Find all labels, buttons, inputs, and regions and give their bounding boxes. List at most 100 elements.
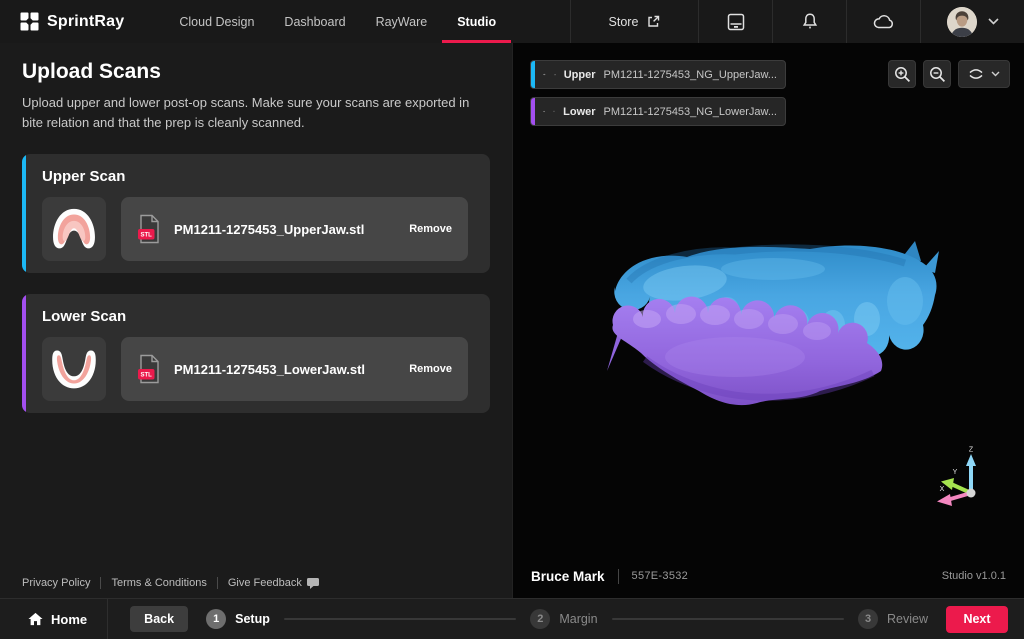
- account-menu[interactable]: [920, 0, 1024, 43]
- lower-scan-title: Lower Scan: [42, 308, 468, 325]
- topbar-right-cluster: Store: [570, 0, 1024, 43]
- lower-scan-card: Lower Scan STL PM1211-1275453_Lower: [22, 294, 490, 413]
- upper-jaw-thumbnail: [42, 197, 106, 261]
- orientation-gizmo[interactable]: Z Y X: [933, 445, 991, 509]
- lower-arch-icon: [553, 106, 555, 117]
- privacy-policy-link[interactable]: Privacy Policy: [22, 577, 90, 589]
- footer-separator: [217, 577, 218, 589]
- upper-layer-label: Upper: [564, 69, 596, 81]
- visibility-eye-icon[interactable]: [543, 106, 545, 117]
- upper-scan-card: Upper Scan STL PM1211-: [22, 154, 490, 273]
- lower-accent-bar: [22, 294, 26, 413]
- upper-arch-icon: [554, 69, 556, 80]
- zoom-out-icon: [929, 66, 946, 83]
- jaw-scan-render: [605, 239, 949, 411]
- model-viewport[interactable]: Upper PM1211-1275453_NG_UpperJaw... Lowe…: [512, 43, 1024, 598]
- svg-text:X: X: [940, 486, 945, 493]
- upper-remove-button[interactable]: Remove: [409, 223, 452, 235]
- chevron-down-icon: [991, 71, 1000, 77]
- lower-layer-filename: PM1211-1275453_NG_LowerJaw...: [604, 106, 777, 118]
- nav-item-cloud-design[interactable]: Cloud Design: [164, 0, 269, 43]
- give-feedback-label: Give Feedback: [228, 577, 302, 589]
- lower-layer-label: Lower: [563, 106, 595, 118]
- svg-text:Z: Z: [969, 447, 974, 454]
- home-button[interactable]: Home: [28, 612, 87, 627]
- stl-file-icon: STL: [137, 354, 161, 384]
- home-label: Home: [51, 612, 87, 627]
- svg-text:Y: Y: [953, 469, 958, 476]
- step-2-number: 2: [530, 609, 550, 629]
- bottombar-divider: [107, 599, 108, 639]
- upper-layer-filename: PM1211-1275453_NG_UpperJaw...: [604, 69, 777, 81]
- nav-item-rayware[interactable]: RayWare: [361, 0, 443, 43]
- store-label: Store: [609, 15, 639, 29]
- upper-file-row: STL PM1211-1275453_UpperJaw.stl Remove: [121, 197, 468, 261]
- step-margin[interactable]: 2 Margin: [530, 609, 597, 629]
- user-avatar: [947, 7, 977, 37]
- patient-name: Bruce Mark: [531, 569, 605, 584]
- workflow-stepper: 1 Setup 2 Margin 3 Review: [206, 609, 928, 629]
- upper-jaw-icon: [48, 204, 100, 254]
- layer-chips: Upper PM1211-1275453_NG_UpperJaw... Lowe…: [530, 60, 786, 134]
- lower-layer-chip[interactable]: Lower PM1211-1275453_NG_LowerJaw...: [530, 97, 786, 126]
- main-nav: Cloud Design Dashboard RayWare Studio: [164, 0, 511, 43]
- viewport-footer: Bruce Mark 557E-3532 Studio v1.0.1: [513, 554, 1024, 598]
- step-setup[interactable]: 1 Setup: [206, 609, 270, 629]
- zoom-out-button[interactable]: [923, 60, 951, 88]
- cloud-icon: [872, 14, 896, 30]
- external-link-icon: [647, 15, 660, 28]
- lower-file-row: STL PM1211-1275453_LowerJaw.stl Remove: [121, 337, 468, 401]
- step-3-label: Review: [887, 612, 928, 626]
- lower-jaw-thumbnail: [42, 337, 106, 401]
- avatar-photo: [947, 7, 977, 37]
- page-title: Upload Scans: [22, 60, 490, 84]
- nav-item-dashboard[interactable]: Dashboard: [269, 0, 360, 43]
- step-3-number: 3: [858, 609, 878, 629]
- step-1-label: Setup: [235, 612, 270, 626]
- cloud-sync-button[interactable]: [846, 0, 920, 43]
- stl-file-icon: STL: [137, 214, 161, 244]
- visibility-eye-icon[interactable]: [543, 69, 546, 80]
- legal-footer: Privacy Policy Terms & Conditions Give F…: [22, 577, 319, 589]
- stepper-connector: [612, 618, 844, 620]
- svg-text:STL: STL: [141, 373, 153, 379]
- lower-file-name: PM1211-1275453_LowerJaw.stl: [174, 362, 396, 377]
- printer-icon: [726, 12, 746, 32]
- brand-name: SprintRay: [47, 13, 124, 31]
- top-navigation-bar: SprintRay Cloud Design Dashboard RayWare…: [0, 0, 1024, 43]
- lower-jaw-icon: [48, 344, 100, 394]
- scan-cards: Upper Scan STL PM1211-: [22, 154, 490, 413]
- terms-conditions-link[interactable]: Terms & Conditions: [111, 577, 206, 589]
- zoom-in-button[interactable]: [888, 60, 916, 88]
- give-feedback-link[interactable]: Give Feedback: [228, 577, 319, 589]
- chevron-down-icon: [988, 18, 999, 25]
- footer-divider: [618, 569, 619, 584]
- stepper-connector: [284, 618, 516, 620]
- printer-button[interactable]: [698, 0, 772, 43]
- occlusion-layers-icon: [968, 68, 984, 80]
- upper-layer-chip[interactable]: Upper PM1211-1275453_NG_UpperJaw...: [530, 60, 786, 89]
- bell-icon: [801, 12, 819, 31]
- zoom-in-icon: [894, 66, 911, 83]
- upper-file-name: PM1211-1275453_UpperJaw.stl: [174, 222, 396, 237]
- store-link[interactable]: Store: [570, 0, 698, 43]
- bottom-action-bar: Home Back 1 Setup 2 Margin 3 Review Next: [0, 598, 1024, 639]
- feedback-chat-icon: [307, 578, 319, 589]
- upper-accent-bar: [22, 154, 26, 273]
- view-options-button[interactable]: [958, 60, 1010, 88]
- nav-item-studio[interactable]: Studio: [442, 0, 511, 43]
- axis-gizmo-icon: Z Y X: [933, 445, 991, 509]
- upper-scan-title: Upper Scan: [42, 168, 468, 185]
- sprintray-logo-icon: [20, 12, 39, 31]
- next-button[interactable]: Next: [946, 606, 1008, 633]
- home-icon: [28, 612, 43, 626]
- upload-scans-panel: Upload Scans Upload upper and lower post…: [0, 43, 512, 598]
- dental-model-3d[interactable]: [605, 239, 949, 411]
- notifications-button[interactable]: [772, 0, 846, 43]
- step-review[interactable]: 3 Review: [858, 609, 928, 629]
- viewport-controls: [888, 60, 1010, 88]
- sprintray-logo: SprintRay: [0, 0, 124, 43]
- lower-remove-button[interactable]: Remove: [409, 363, 452, 375]
- case-id: 557E-3532: [632, 570, 689, 582]
- back-button[interactable]: Back: [130, 606, 188, 632]
